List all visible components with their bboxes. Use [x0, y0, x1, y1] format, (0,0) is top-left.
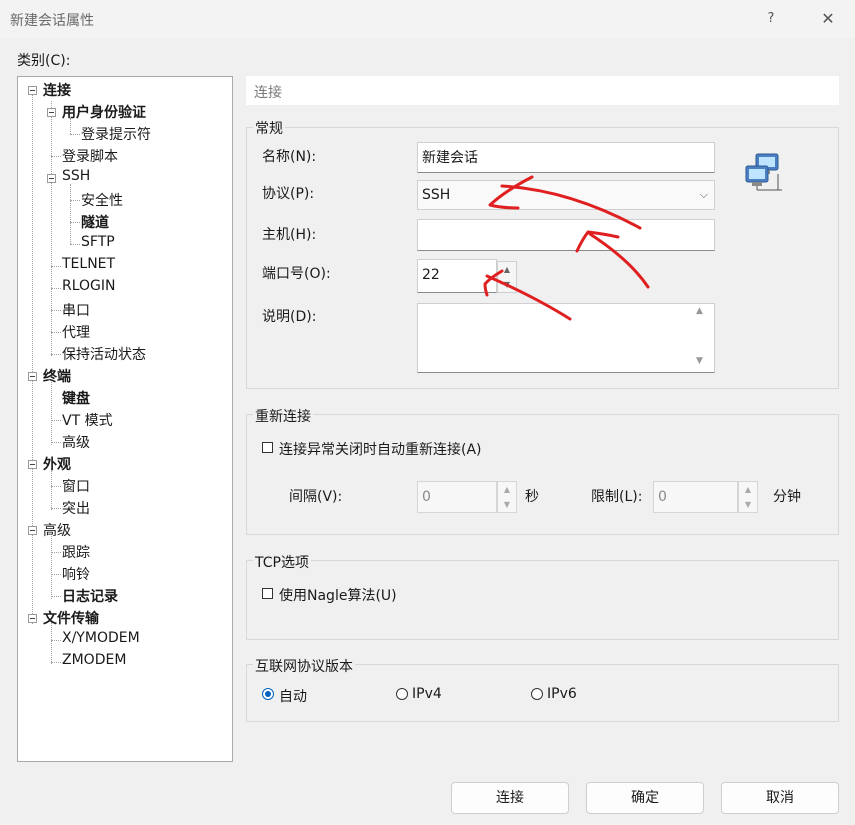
tree-item-tunnel[interactable]: 隧道 — [81, 212, 109, 232]
category-tree[interactable]: 连接 用户身份验证 登录提示符 登录脚本 SSH 安全性 隧道 SFTP TEL… — [17, 76, 233, 762]
ip-auto-radio[interactable] — [262, 688, 274, 700]
description-label: 说明(D): — [262, 309, 317, 325]
tree-item-appearance[interactable]: 外观 — [43, 454, 71, 474]
spin-up-icon[interactable]: ▲ — [739, 482, 757, 497]
tree-item-window[interactable]: 窗口 — [62, 476, 90, 496]
close-button[interactable]: ✕ — [815, 6, 841, 32]
section-header-title: 连接 — [254, 85, 282, 101]
interval-spinner[interactable]: ▲ ▼ — [497, 481, 517, 513]
spin-down-icon[interactable]: ▼ — [739, 497, 757, 512]
ipv6-radio[interactable] — [531, 688, 543, 700]
host-label: 主机(H): — [262, 227, 317, 243]
tcp-group-title: TCP选项 — [253, 552, 311, 572]
tree-item-sftp[interactable]: SFTP — [81, 234, 115, 250]
general-group-title: 常规 — [253, 118, 285, 138]
protocol-label: 协议(P): — [262, 186, 315, 202]
tree-item-terminal-advanced[interactable]: 高级 — [62, 432, 90, 452]
ok-button[interactable]: 确定 — [586, 782, 704, 814]
collapse-ssh-icon[interactable] — [47, 174, 56, 183]
ipv4-radio[interactable] — [396, 688, 408, 700]
spin-up-icon[interactable]: ▲ — [498, 482, 516, 497]
tree-item-connect[interactable]: 连接 — [43, 80, 71, 100]
tree-item-vt-mode[interactable]: VT 模式 — [62, 410, 113, 430]
ip-auto-label[interactable]: 自动 — [279, 686, 307, 706]
ipv4-label[interactable]: IPv4 — [412, 686, 442, 702]
tree-item-zmodem[interactable]: ZMODEM — [62, 652, 126, 668]
help-button[interactable]: ? — [760, 8, 782, 30]
collapse-connect-icon[interactable] — [28, 86, 37, 95]
chevron-down-icon: ⌵ — [699, 188, 708, 201]
spin-down-icon[interactable]: ▼ — [498, 497, 516, 512]
collapse-appearance-icon[interactable] — [28, 460, 37, 469]
tree-item-xymodem[interactable]: X/YMODEM — [62, 630, 140, 646]
annotation-arrows — [483, 175, 650, 321]
tree-item-serial[interactable]: 串口 — [62, 300, 90, 320]
tree-item-trace[interactable]: 跟踪 — [62, 542, 90, 562]
limit-input[interactable]: 0 — [653, 481, 738, 513]
tree-item-login-script[interactable]: 登录脚本 — [62, 146, 118, 166]
reconnect-group-title: 重新连接 — [253, 406, 313, 426]
tree-item-keepalive[interactable]: 保持活动状态 — [62, 344, 146, 364]
port-label: 端口号(O): — [262, 266, 331, 282]
tree-item-advanced[interactable]: 高级 — [43, 520, 71, 540]
ip-version-group-title: 互联网协议版本 — [253, 656, 355, 676]
tree-item-bell[interactable]: 响铃 — [62, 564, 90, 584]
collapse-filetransfer-icon[interactable] — [28, 614, 37, 623]
cancel-button[interactable]: 取消 — [721, 782, 839, 814]
ipv6-label[interactable]: IPv6 — [547, 686, 577, 702]
tree-item-rlogin[interactable]: RLOGIN — [62, 278, 116, 294]
limit-spinner[interactable]: ▲ ▼ — [738, 481, 758, 513]
collapse-auth-icon[interactable] — [47, 108, 56, 117]
auto-reconnect-label[interactable]: 连接异常关闭时自动重新连接(A) — [279, 439, 482, 459]
category-label: 类别(C): — [17, 53, 71, 69]
tree-item-terminal[interactable]: 终端 — [43, 366, 71, 386]
reconnect-group — [246, 414, 839, 535]
tree-item-login-prompt[interactable]: 登录提示符 — [81, 124, 151, 144]
protocol-select-value: SSH — [422, 187, 451, 203]
tree-item-file-transfer[interactable]: 文件传输 — [43, 608, 99, 628]
section-header-bar — [246, 76, 839, 105]
limit-unit: 分钟 — [773, 489, 801, 505]
network-computers-icon — [745, 153, 782, 191]
tree-item-auth[interactable]: 用户身份验证 — [62, 102, 146, 122]
scroll-down-icon[interactable]: ▼ — [696, 356, 703, 366]
tree-item-telnet[interactable]: TELNET — [62, 256, 115, 272]
nagle-label[interactable]: 使用Nagle算法(U) — [279, 585, 397, 605]
tree-item-ssh[interactable]: SSH — [62, 168, 90, 184]
tree-item-security[interactable]: 安全性 — [81, 190, 123, 210]
tree-item-highlight[interactable]: 突出 — [62, 498, 90, 518]
collapse-advanced-icon[interactable] — [28, 526, 37, 535]
scroll-up-icon[interactable]: ▲ — [696, 306, 703, 316]
tree-item-logging[interactable]: 日志记录 — [62, 586, 118, 606]
connect-button[interactable]: 连接 — [451, 782, 569, 814]
limit-label: 限制(L): — [591, 489, 643, 505]
interval-label: 间隔(V): — [289, 489, 343, 505]
interval-unit: 秒 — [525, 489, 539, 505]
tree-item-proxy[interactable]: 代理 — [62, 322, 90, 342]
name-label: 名称(N): — [262, 149, 317, 165]
tree-item-keyboard[interactable]: 键盘 — [62, 388, 90, 408]
collapse-terminal-icon[interactable] — [28, 372, 37, 381]
auto-reconnect-checkbox[interactable] — [262, 442, 273, 453]
nagle-checkbox[interactable] — [262, 588, 273, 599]
window-title: 新建会话属性 — [10, 13, 94, 29]
title-bar — [0, 0, 855, 38]
interval-input[interactable]: 0 — [417, 481, 497, 513]
